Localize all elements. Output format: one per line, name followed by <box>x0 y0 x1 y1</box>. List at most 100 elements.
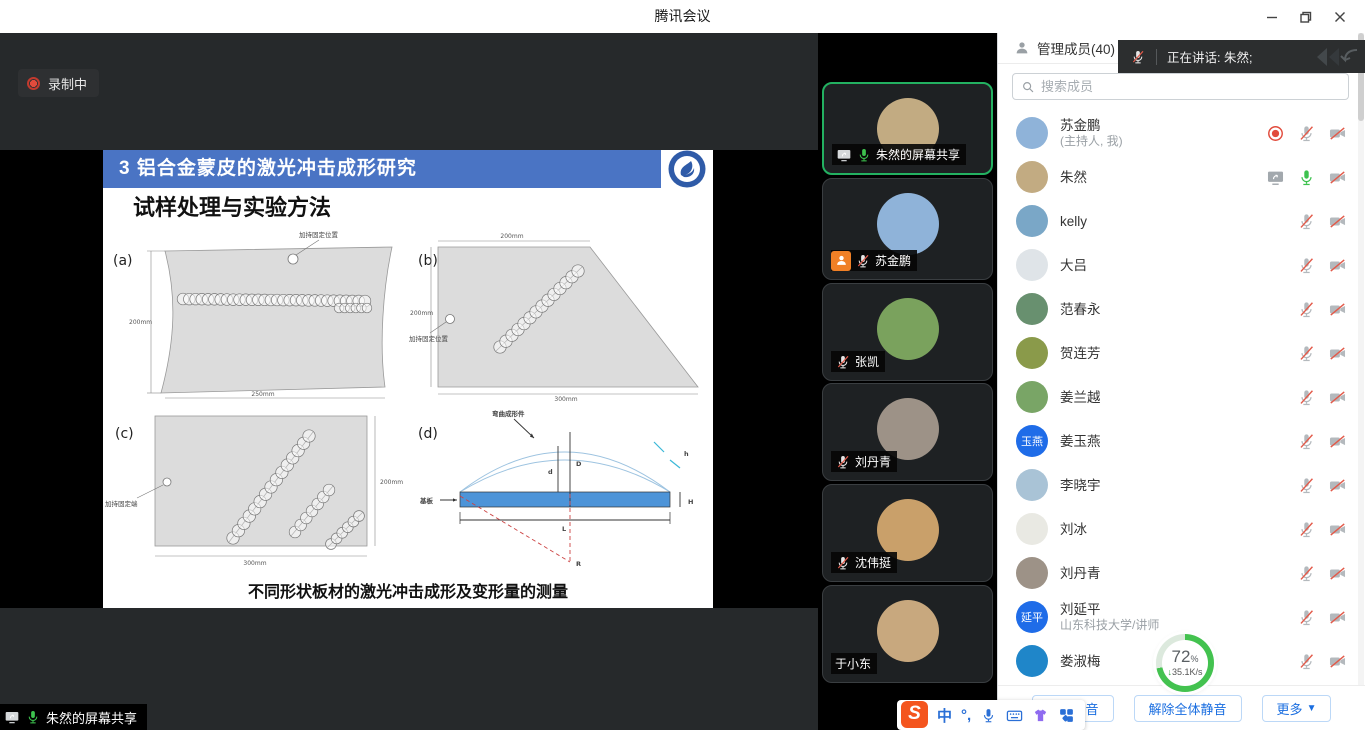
member-name: 贺连芳 <box>1060 345 1297 362</box>
avatar <box>1016 249 1048 281</box>
thumbnail-label: 苏金鹏 <box>831 250 917 271</box>
svg-text:(d): (d) <box>418 426 438 442</box>
shared-screen-stage: 录制中 3 铝合金蒙皮的激光冲击成形研究 试样处理与实验方法 (a) <box>0 33 818 730</box>
mic-off-icon[interactable] <box>1297 124 1316 143</box>
search-input[interactable] <box>1041 79 1348 94</box>
more-button[interactable]: 更多▼ <box>1262 695 1332 722</box>
svg-text:d: d <box>548 468 553 476</box>
annotation-arrows-icon <box>1315 46 1361 68</box>
mic-off-icon[interactable] <box>1297 652 1316 671</box>
camera-off-icon[interactable] <box>1328 344 1347 363</box>
minimize-button[interactable] <box>1255 0 1289 33</box>
camera-off-icon[interactable] <box>1328 388 1347 407</box>
thumbnail-sujinpeng[interactable]: 苏金鹏 <box>822 178 993 280</box>
toolbox-grid-icon[interactable] <box>1058 707 1075 724</box>
camera-off-icon[interactable] <box>1328 520 1347 539</box>
member-row-sujinpeng[interactable]: 苏金鹏 (主持人, 我) <box>998 111 1357 155</box>
avatar <box>1016 513 1048 545</box>
member-panel: 管理成员(40) 苏金鹏 (主持人, 我) 朱然 <box>997 33 1365 730</box>
sogou-logo-icon[interactable]: S <box>901 701 928 728</box>
skin-shirt-icon[interactable] <box>1032 707 1049 724</box>
mic-off-icon[interactable] <box>1297 432 1316 451</box>
camera-off-icon[interactable] <box>1328 300 1347 319</box>
camera-off-icon[interactable] <box>1328 432 1347 451</box>
member-row-helianfang[interactable]: 贺连芳 <box>998 331 1357 375</box>
ime-punctuation[interactable]: °, <box>961 707 971 724</box>
slide-title: 3 铝合金蒙皮的激光冲击成形研究 <box>103 150 661 188</box>
member-row-jiangyuyan[interactable]: 玉燕 姜玉燕 <box>998 419 1357 463</box>
mic-off-icon[interactable] <box>1297 344 1316 363</box>
close-button[interactable] <box>1323 0 1357 33</box>
search-icon <box>1021 80 1035 94</box>
thumbnail-zhuran-share[interactable]: 朱然的屏幕共享 <box>822 82 993 175</box>
avatar <box>1016 645 1048 677</box>
mic-off-icon[interactable] <box>1297 520 1316 539</box>
mic-off-icon[interactable] <box>1297 212 1316 231</box>
titlebar: 腾讯会议 <box>0 0 1365 33</box>
member-name: 刘丹青 <box>1060 565 1297 582</box>
mic-off-icon[interactable] <box>1297 300 1316 319</box>
avatar <box>1016 381 1048 413</box>
screen-share-icon <box>1266 168 1285 187</box>
member-row-fanchunyong[interactable]: 范春永 <box>998 287 1357 331</box>
mic-off-icon[interactable] <box>1297 608 1316 627</box>
camera-off-icon[interactable] <box>1328 212 1347 231</box>
host-badge-icon <box>831 251 851 271</box>
participant-name: 于小东 <box>835 655 871 672</box>
tencent-meeting-window: 腾讯会议 录制中 3 铝合金蒙皮的激光冲击成形研究 <box>0 0 1365 730</box>
network-quality-gauge[interactable]: 72% ↓35.1K/s <box>1156 634 1214 692</box>
mic-off-icon <box>835 454 851 470</box>
unmute-all-button[interactable]: 解除全体静音 <box>1134 695 1242 722</box>
diagram-c: (c) 加持固定端 300mm 200mm <box>103 404 408 574</box>
camera-off-icon[interactable] <box>1328 256 1347 275</box>
member-row-jianglanyue[interactable]: 姜兰越 <box>998 375 1357 419</box>
avatar <box>1016 337 1048 369</box>
member-list: 苏金鹏 (主持人, 我) 朱然 <box>998 111 1357 683</box>
camera-off-icon[interactable] <box>1328 124 1347 143</box>
mic-off-icon[interactable] <box>1297 388 1316 407</box>
voice-input-icon[interactable] <box>980 707 997 724</box>
camera-off-icon[interactable] <box>1328 476 1347 495</box>
screen-share-icon <box>4 709 20 725</box>
svg-text:200mm: 200mm <box>129 319 152 326</box>
avatar <box>1016 293 1048 325</box>
member-row-liubing[interactable]: 刘冰 <box>998 507 1357 551</box>
member-row-lixiaoyu[interactable]: 李晓宇 <box>998 463 1357 507</box>
mic-off-icon[interactable] <box>1297 256 1316 275</box>
mic-off-icon[interactable] <box>1297 476 1316 495</box>
ime-mode-chinese[interactable]: 中 <box>937 705 952 726</box>
camera-off-icon[interactable] <box>1328 168 1347 187</box>
participant-name: 朱然的屏幕共享 <box>876 146 960 163</box>
scrollbar-track[interactable] <box>1358 33 1364 730</box>
maximize-button[interactable] <box>1289 0 1323 33</box>
member-name: 姜兰越 <box>1060 389 1297 406</box>
member-row-zhuran[interactable]: 朱然 <box>998 155 1357 199</box>
member-row-liuyanping[interactable]: 延平 刘延平 山东科技大学/讲师 <box>998 595 1357 639</box>
speaking-indicator-bar: 正在讲话: 朱然; <box>1118 40 1365 73</box>
keyboard-icon[interactable] <box>1006 707 1023 724</box>
svg-text:D: D <box>576 460 582 468</box>
participant-name: 苏金鹏 <box>875 252 911 269</box>
avatar <box>1016 117 1048 149</box>
participant-name: 刘丹青 <box>855 453 891 470</box>
divider <box>1156 49 1157 65</box>
thumbnail-yuxiaodong[interactable]: 于小东 <box>822 585 993 683</box>
thumbnail-zhangkai[interactable]: 张凯 <box>822 283 993 381</box>
svg-text:(a): (a) <box>113 253 133 269</box>
diagram-d: (d) 弯曲成形件 d D h H <box>408 404 713 574</box>
svg-text:200mm: 200mm <box>380 479 403 486</box>
gauge-percent: 72 <box>1172 647 1191 666</box>
mic-on-icon[interactable] <box>1297 168 1316 187</box>
slide-body: (a) 加持固定位置 200mm 250mm (b) <box>103 224 713 608</box>
thumbnail-liudanqing[interactable]: 刘丹青 <box>822 383 993 481</box>
member-row-kelly[interactable]: kelly <box>998 199 1357 243</box>
camera-off-icon[interactable] <box>1328 652 1347 671</box>
camera-off-icon[interactable] <box>1328 564 1347 583</box>
member-row-liudanqing[interactable]: 刘丹青 <box>998 551 1357 595</box>
mic-off-icon[interactable] <box>1297 564 1316 583</box>
recording-badge[interactable]: 录制中 <box>18 69 99 97</box>
thumbnail-shenweiting[interactable]: 沈伟挺 <box>822 484 993 582</box>
camera-off-icon[interactable] <box>1328 608 1347 627</box>
slide-logo-box <box>661 150 713 188</box>
member-row-dalv[interactable]: 大吕 <box>998 243 1357 287</box>
